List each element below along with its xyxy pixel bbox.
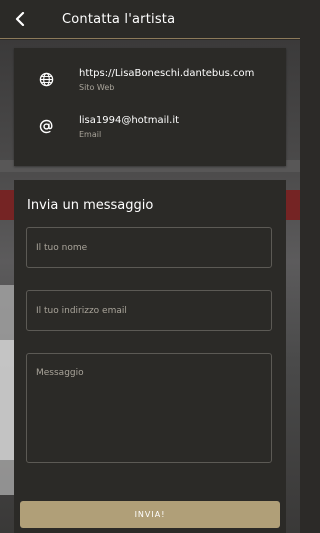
email-link[interactable]: lisa1994@hotmail.it Email: [14, 111, 286, 151]
website-label: Sito Web: [79, 83, 115, 92]
contact-card: https://LisaBoneschi.dantebus.com Sito W…: [14, 48, 286, 166]
website-url: https://LisaBoneschi.dantebus.com: [79, 68, 255, 79]
send-button[interactable]: INVIA!: [20, 501, 280, 528]
form-title: Invia un messaggio: [27, 198, 154, 213]
chevron-left-icon: [15, 12, 25, 26]
background-detail: [0, 340, 14, 460]
email-input[interactable]: [26, 290, 272, 331]
email-address: lisa1994@hotmail.it: [79, 115, 180, 126]
name-input[interactable]: [26, 227, 272, 268]
back-button[interactable]: [0, 0, 40, 38]
at-icon: [37, 117, 55, 135]
page-title: Contatta l'artista: [62, 11, 176, 27]
message-form: Invia un messaggio INVIA!: [14, 180, 286, 533]
globe-icon: [37, 70, 55, 88]
website-link[interactable]: https://LisaBoneschi.dantebus.com Sito W…: [14, 64, 286, 104]
app-header: Contatta l'artista: [0, 0, 300, 39]
message-textarea[interactable]: [26, 353, 272, 463]
email-label: Email: [79, 130, 102, 139]
